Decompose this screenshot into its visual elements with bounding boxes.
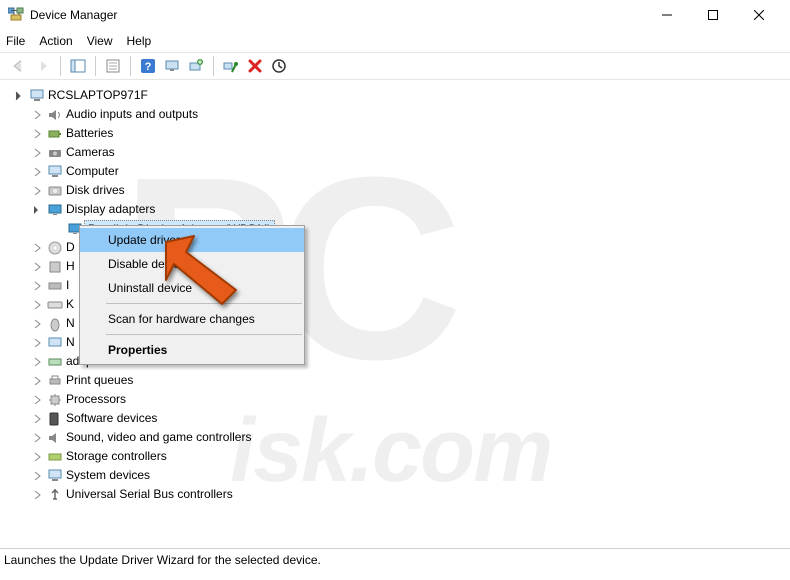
menu-file[interactable]: File bbox=[6, 34, 25, 48]
tree-item-audio[interactable]: Audio inputs and outputs bbox=[4, 105, 786, 124]
menubar: File Action View Help bbox=[0, 30, 790, 52]
usb-icon bbox=[46, 487, 64, 503]
ide-icon bbox=[46, 278, 64, 294]
tree-item-computer[interactable]: Computer bbox=[4, 162, 786, 181]
disable-button[interactable] bbox=[220, 55, 242, 77]
tree-item-batteries[interactable]: Batteries bbox=[4, 124, 786, 143]
ctx-separator bbox=[106, 334, 302, 335]
tree-item-print[interactable]: Print queues bbox=[4, 371, 786, 390]
nav-back-button bbox=[8, 55, 30, 77]
collapse-icon[interactable] bbox=[28, 110, 46, 119]
tree-item-storage[interactable]: Storage controllers bbox=[4, 447, 786, 466]
battery-icon bbox=[46, 126, 64, 142]
tree-item-system[interactable]: System devices bbox=[4, 466, 786, 485]
nav-forward-button bbox=[32, 55, 54, 77]
minimize-button[interactable] bbox=[644, 0, 690, 30]
status-bar: Launches the Update Driver Wizard for th… bbox=[0, 548, 790, 570]
computer-icon bbox=[46, 164, 64, 180]
toolbar: ? bbox=[0, 52, 790, 80]
disk-icon bbox=[46, 183, 64, 199]
ctx-separator bbox=[106, 303, 302, 304]
properties-button[interactable] bbox=[102, 55, 124, 77]
close-button[interactable] bbox=[736, 0, 782, 30]
update-driver-button[interactable] bbox=[185, 55, 207, 77]
tree-item-sound[interactable]: Sound, video and game controllers bbox=[4, 428, 786, 447]
expand-icon[interactable] bbox=[10, 91, 28, 100]
ctx-update-driver[interactable]: Update driver bbox=[80, 228, 304, 252]
expand-icon[interactable] bbox=[28, 205, 46, 214]
uninstall-button[interactable] bbox=[244, 55, 266, 77]
dvd-icon bbox=[46, 240, 64, 256]
monitor-icon bbox=[46, 335, 64, 351]
tree-item-cameras[interactable]: Cameras bbox=[4, 143, 786, 162]
menu-help[interactable]: Help bbox=[127, 34, 152, 48]
menu-view[interactable]: View bbox=[87, 34, 113, 48]
svg-text:?: ? bbox=[145, 61, 152, 73]
show-hide-console-tree-button[interactable] bbox=[67, 55, 89, 77]
tree-root-label: RCSLAPTOP971F bbox=[46, 86, 150, 105]
app-icon bbox=[8, 6, 24, 25]
legacy-button[interactable] bbox=[268, 55, 290, 77]
ctx-properties[interactable]: Properties bbox=[80, 338, 304, 362]
speaker-icon bbox=[46, 430, 64, 446]
ctx-uninstall-device[interactable]: Uninstall device bbox=[80, 276, 304, 300]
network-icon bbox=[46, 354, 64, 370]
printer-icon bbox=[46, 373, 64, 389]
system-icon bbox=[46, 468, 64, 484]
scan-hardware-button[interactable] bbox=[161, 55, 183, 77]
help-button[interactable]: ? bbox=[137, 55, 159, 77]
camera-icon bbox=[46, 145, 64, 161]
tree-item-usb[interactable]: Universal Serial Bus controllers bbox=[4, 485, 786, 504]
tree-item-display[interactable]: Display adapters bbox=[4, 200, 786, 219]
ctx-scan-hardware[interactable]: Scan for hardware changes bbox=[80, 307, 304, 331]
display-icon bbox=[46, 202, 64, 218]
tree-item-disk[interactable]: Disk drives bbox=[4, 181, 786, 200]
ctx-disable-device[interactable]: Disable device bbox=[80, 252, 304, 276]
mouse-icon bbox=[46, 316, 64, 332]
tree-item-software[interactable]: Software devices bbox=[4, 409, 786, 428]
storage-icon bbox=[46, 449, 64, 465]
speaker-icon bbox=[46, 107, 64, 123]
software-icon bbox=[46, 411, 64, 427]
menu-action[interactable]: Action bbox=[39, 34, 72, 48]
tree-item-processors[interactable]: Processors bbox=[4, 390, 786, 409]
titlebar: Device Manager bbox=[0, 0, 790, 30]
cpu-icon bbox=[46, 392, 64, 408]
maximize-button[interactable] bbox=[690, 0, 736, 30]
computer-icon bbox=[28, 88, 46, 104]
context-menu: Update driver Disable device Uninstall d… bbox=[79, 225, 305, 365]
hid-icon bbox=[46, 259, 64, 275]
window-title: Device Manager bbox=[30, 8, 117, 22]
keyboard-icon bbox=[46, 297, 64, 313]
tree-root[interactable]: RCSLAPTOP971F bbox=[4, 86, 786, 105]
status-text: Launches the Update Driver Wizard for th… bbox=[4, 553, 321, 567]
